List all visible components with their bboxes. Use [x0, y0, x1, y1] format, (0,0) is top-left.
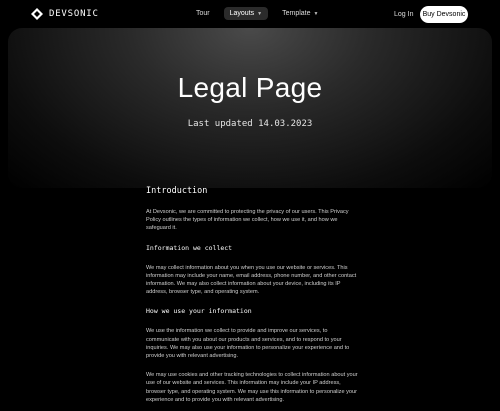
paragraph-introduction: At Devsonic, we are committed to protect…: [146, 209, 349, 232]
paragraph-how-we-use-1: We use the information we collect to pro…: [146, 328, 350, 360]
last-updated-text: Last updated 14.03.2023: [187, 119, 313, 129]
chevron-down-icon: ▼: [313, 10, 319, 17]
nav-link-layouts[interactable]: Layouts ▼: [223, 7, 269, 20]
paragraph-information-collect: We may collect information about you whe…: [146, 264, 357, 296]
paragraph-how-we-use-2: We may use cookies and other tracking te…: [146, 372, 358, 403]
chevron-down-icon: ▼: [257, 10, 263, 17]
nav-link-label: Template: [282, 10, 311, 17]
nav-link-label: Layouts: [229, 10, 255, 17]
logo-icon: [31, 8, 43, 20]
nav-link-label: Tour: [196, 10, 210, 17]
section-heading-introduction: Introduction: [146, 186, 208, 196]
section-heading-information-collect: Information we collect: [146, 243, 233, 252]
hero-banner: [8, 28, 492, 188]
nav-link-tour[interactable]: Tour: [190, 7, 216, 20]
nav-links: Tour Layouts ▼ Template ▼: [190, 7, 324, 20]
legal-content: Introduction At Devsonic, we are committ…: [146, 186, 358, 411]
brand-name: DEVSONIC: [49, 9, 99, 19]
login-link[interactable]: Log In: [394, 11, 413, 18]
top-navigation: DEVSONIC Tour Layouts ▼ Template ▼ Log I…: [0, 0, 500, 30]
page-title: Legal Page: [177, 72, 323, 103]
section-heading-how-we-use: How we use your information: [146, 307, 252, 316]
buy-button[interactable]: Buy Devsonic: [420, 6, 468, 23]
brand-logo[interactable]: DEVSONIC: [31, 8, 99, 20]
nav-link-template[interactable]: Template ▼: [276, 7, 324, 20]
